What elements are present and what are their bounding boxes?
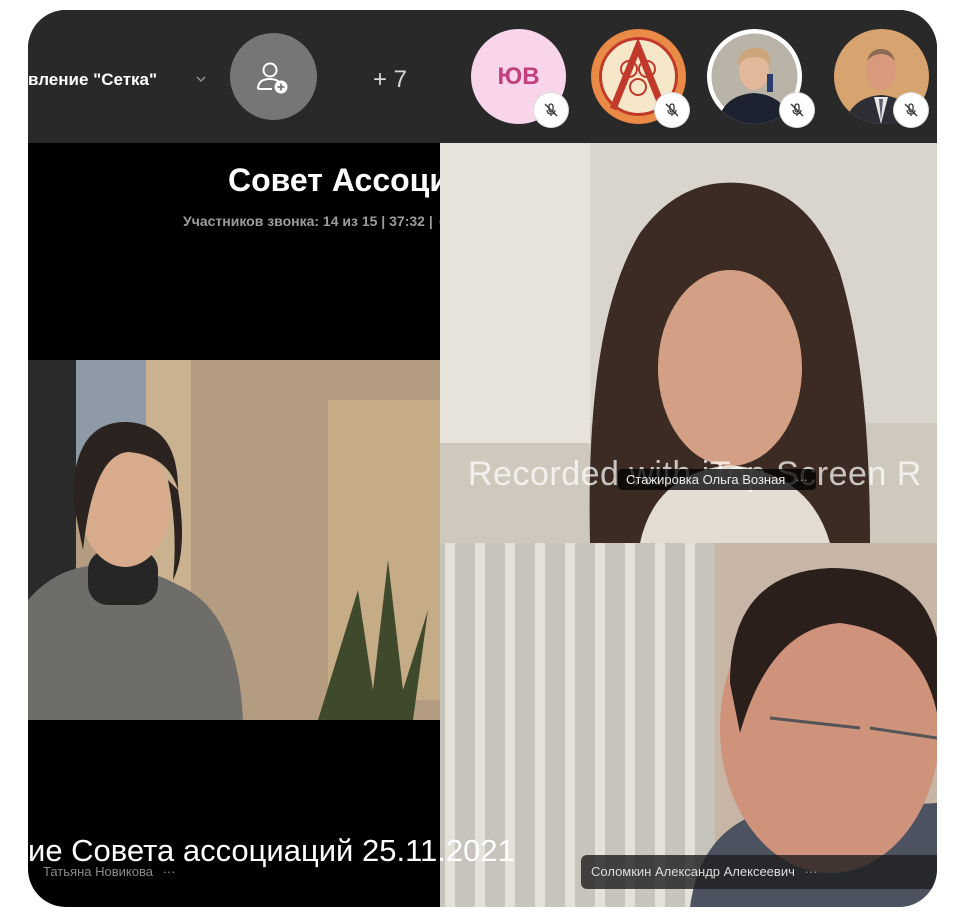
more-options-icon[interactable]: ··· (804, 864, 817, 879)
participant-name-tag: Татьяна Новикова ··· (43, 864, 176, 879)
add-person-icon (257, 62, 288, 94)
mic-off-icon (780, 93, 814, 127)
participant-name-tag: Стажировка Ольга Возная ··· (618, 469, 816, 490)
participant-name: Татьяна Новикова (43, 864, 153, 879)
video-feed (28, 360, 440, 720)
layout-dropdown-label[interactable]: вление "Сетка" (28, 70, 157, 90)
participant-name: Соломкин Александр Алексеевич (591, 864, 795, 879)
mic-off-icon (534, 93, 568, 127)
video-tile-tatyana[interactable] (28, 360, 440, 720)
more-participants-count[interactable]: + 7 (373, 66, 407, 94)
chevron-down-icon[interactable] (196, 74, 206, 84)
participant-name-tag: Соломкин Александр Алексеевич ··· (581, 855, 937, 889)
mic-off-icon (655, 93, 689, 127)
participants-bar: вление "Сетка" + 7 ЮВ (28, 10, 937, 143)
mic-off-icon (894, 93, 928, 127)
add-participant-button[interactable] (230, 33, 317, 120)
participant-name: Стажировка Ольга Возная (626, 472, 786, 487)
more-options-icon[interactable]: ··· (163, 864, 176, 879)
more-options-icon[interactable]: ··· (795, 472, 808, 487)
skype-call-window: вление "Сетка" + 7 ЮВ Совет Ассоциаций У… (28, 10, 937, 907)
